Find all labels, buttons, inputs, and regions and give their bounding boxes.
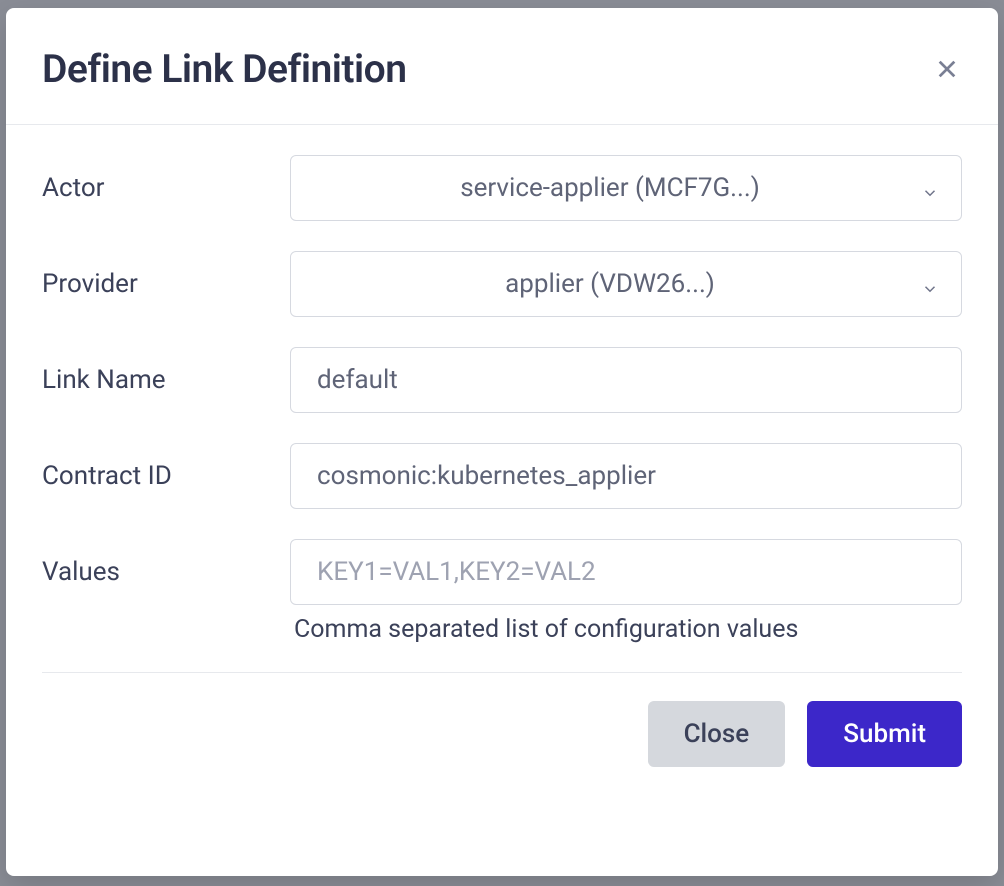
provider-select-value: applier (VDW26...) [505,269,715,299]
provider-select[interactable]: applier (VDW26...) [290,251,962,317]
contract-id-row: Contract ID [42,443,962,509]
close-icon[interactable] [932,54,962,84]
contract-id-label: Contract ID [42,443,290,509]
link-name-input-wrap [290,347,962,413]
provider-row: Provider applier (VDW26...) [42,251,962,317]
actor-label: Actor [42,155,290,221]
modal-title: Define Link Definition [42,46,407,92]
modal-header: Define Link Definition [6,8,998,125]
link-name-row: Link Name [42,347,962,413]
values-input[interactable] [317,540,911,604]
modal-body: Actor service-applier (MCF7G...) Provide… [6,125,998,644]
provider-label: Provider [42,251,290,317]
values-help-text: Comma separated list of configuration va… [290,615,962,644]
contract-id-input-wrap [290,443,962,509]
contract-id-input[interactable] [317,444,911,508]
chevron-down-icon [921,179,939,197]
close-button[interactable]: Close [648,701,786,767]
link-name-input[interactable] [317,348,911,412]
actor-select[interactable]: service-applier (MCF7G...) [290,155,962,221]
actor-select-value: service-applier (MCF7G...) [460,173,760,203]
values-input-wrap [290,539,962,605]
modal-footer: Close Submit [6,673,998,803]
define-link-definition-modal: Define Link Definition Actor service-app… [6,8,998,876]
chevron-down-icon [921,275,939,293]
values-label: Values [42,539,290,605]
actor-row: Actor service-applier (MCF7G...) [42,155,962,221]
submit-button[interactable]: Submit [807,701,962,767]
values-row: Values Comma separated list of configura… [42,539,962,644]
link-name-label: Link Name [42,347,290,413]
